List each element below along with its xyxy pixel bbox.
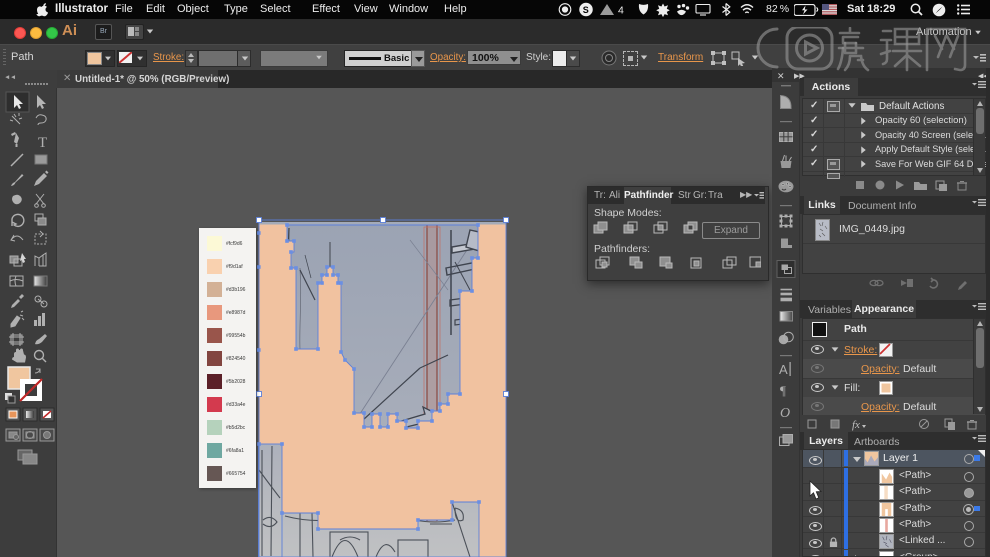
svg-text:fx: fx <box>852 419 860 431</box>
svg-text:4: 4 <box>618 5 624 17</box>
svg-text:O: O <box>780 406 790 421</box>
svg-text:¶: ¶ <box>780 383 786 398</box>
svg-text:S: S <box>583 5 589 15</box>
svg-text:T: T <box>38 135 47 151</box>
svg-text:A: A <box>779 362 788 377</box>
